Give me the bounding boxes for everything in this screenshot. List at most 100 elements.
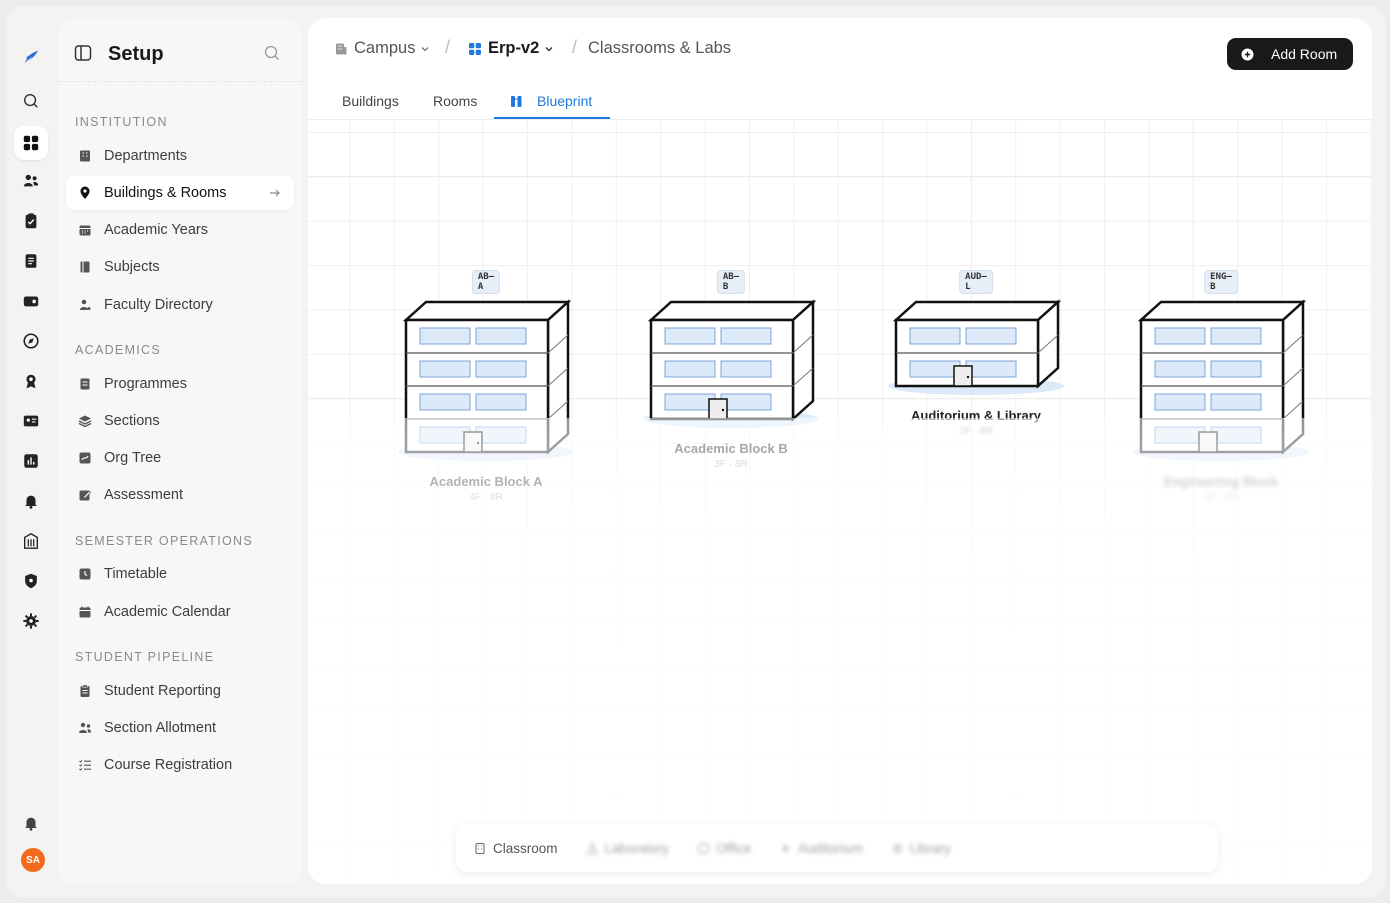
sidebar-item-assessment[interactable]: Assessment xyxy=(66,478,294,512)
sidebar-item-buildings-rooms[interactable]: Buildings & Rooms xyxy=(66,176,294,210)
tab-blueprint[interactable]: Blueprint xyxy=(510,93,592,109)
icon-rail: SA xyxy=(6,6,56,898)
sidebar-item-label: Org Tree xyxy=(104,450,162,466)
tree-icon xyxy=(79,452,91,464)
building-icon xyxy=(336,43,347,54)
clipboard-check-icon[interactable] xyxy=(14,204,48,238)
breadcrumb-campus-label: Campus xyxy=(354,39,416,57)
add-room-label: Add Room xyxy=(1271,46,1338,62)
checklist-icon xyxy=(79,759,91,771)
sidebar-toggle-icon[interactable] xyxy=(74,44,92,62)
breadcrumb-page-label: Classrooms & Labs xyxy=(588,39,732,57)
legend-item-library[interactable]: Library xyxy=(891,841,951,856)
sidebar-item-label: Academic Calendar xyxy=(104,604,231,620)
sidebar-item-label: Sections xyxy=(104,413,160,429)
legend-label: Classroom xyxy=(493,840,558,856)
auditorium-icon xyxy=(782,845,789,851)
sidebar-item-label: Assessment xyxy=(104,487,183,503)
tab-buildings[interactable]: Buildings xyxy=(342,93,399,109)
sidebar-header: Setup xyxy=(58,18,302,82)
campus-building-icon[interactable] xyxy=(14,524,48,558)
room-type-legend: Classroom Laboratory Office Auditorium L… xyxy=(456,824,1218,872)
app-frame: SA Setup INSTITUTION Departments Buildin… xyxy=(6,6,1386,898)
sidebar-item-label: Section Allotment xyxy=(104,720,217,736)
sidebar-item-label: Timetable xyxy=(104,566,168,582)
search-icon[interactable] xyxy=(14,84,48,118)
building-illustration xyxy=(1133,299,1309,461)
breadcrumb-project[interactable]: Erp-v2 xyxy=(468,39,554,58)
sidebar-item-label: Course Registration xyxy=(104,757,233,773)
map-pin-icon xyxy=(80,186,90,199)
sidebar-item-org-tree[interactable]: Org Tree xyxy=(66,441,294,475)
user-icon xyxy=(80,299,91,310)
sidebar-item-subjects[interactable]: Subjects xyxy=(66,250,294,284)
sidebar-item-label: Buildings & Rooms xyxy=(104,185,227,201)
add-room-button[interactable]: Add Room xyxy=(1227,38,1353,70)
sidebar-item-label: Academic Years xyxy=(104,222,208,238)
tab-blueprint-label: Blueprint xyxy=(537,93,593,109)
sidebar-item-label: Student Reporting xyxy=(104,683,221,699)
legend-item-classroom[interactable]: Classroom xyxy=(474,841,558,856)
breadcrumb-page: Classrooms & Labs xyxy=(588,39,731,58)
breadcrumb-separator: / xyxy=(572,37,578,57)
legend-label: Auditorium xyxy=(798,840,863,856)
dashboard-grid-icon[interactable] xyxy=(14,126,48,160)
legend-label: Office xyxy=(716,840,752,856)
sidebar-item-faculty-directory[interactable]: Faculty Directory xyxy=(66,288,294,322)
sidebar-item-student-reporting[interactable]: Student Reporting xyxy=(66,674,294,708)
shield-icon[interactable] xyxy=(14,564,48,598)
blueprint-canvas[interactable]: AB–A Academic Block A 4F · 8R AB–B Acade… xyxy=(308,120,1372,884)
compass-icon[interactable] xyxy=(14,324,48,358)
flask-icon xyxy=(586,842,598,854)
sidebar-item-sections[interactable]: Sections xyxy=(66,404,294,438)
sidebar-item-timetable[interactable]: Timetable xyxy=(66,557,294,591)
breadcrumb-campus[interactable]: Campus xyxy=(334,39,430,58)
building-illustration xyxy=(888,299,1064,395)
sidebar-item-section-allotment[interactable]: Section Allotment xyxy=(66,711,294,745)
top-bar: Campus / Erp-v2 / Classrooms & Labs Add … xyxy=(308,18,1372,78)
building-meta: 4F · 8R xyxy=(469,492,503,503)
breadcrumb-separator: / xyxy=(445,37,451,57)
breadcrumb-project-label: Erp-v2 xyxy=(488,39,540,57)
bell-icon[interactable] xyxy=(14,484,48,518)
grid-icon xyxy=(469,42,481,55)
award-icon[interactable] xyxy=(14,364,48,398)
plus-circle-icon xyxy=(1241,48,1254,60)
users-icon[interactable] xyxy=(14,164,48,198)
legend-item-laboratory[interactable]: Laboratory xyxy=(586,841,669,856)
section-label-academics: ACADEMICS xyxy=(75,343,162,357)
sidebar-item-course-registration[interactable]: Course Registration xyxy=(66,748,294,782)
building-name: Academic Block A xyxy=(429,474,543,489)
sidebar-item-programmes[interactable]: Programmes xyxy=(66,367,294,401)
sidebar-item-label: Departments xyxy=(104,148,188,164)
building-meta: 4F · 8R xyxy=(1204,492,1238,503)
notifications-bell-icon[interactable] xyxy=(14,806,48,840)
sidebar-item-departments[interactable]: Departments xyxy=(66,139,294,173)
app-logo-icon[interactable] xyxy=(14,40,48,74)
legend-item-office[interactable]: Office xyxy=(697,841,751,856)
user-avatar[interactable]: SA xyxy=(21,848,45,872)
building-meta: 3F · 8R xyxy=(714,459,748,470)
tab-rooms[interactable]: Rooms xyxy=(433,93,477,109)
building-name: Academic Block B xyxy=(674,441,788,456)
building-name: Engineering Block xyxy=(1163,474,1279,489)
sidebar-item-label: Faculty Directory xyxy=(104,297,213,313)
library-icon xyxy=(892,843,902,853)
calendar-icon xyxy=(79,225,91,236)
legend-item-auditorium[interactable]: Auditorium xyxy=(779,841,863,856)
sidebar-search-icon[interactable] xyxy=(264,45,280,61)
document-icon[interactable] xyxy=(14,244,48,278)
bar-chart-icon[interactable] xyxy=(14,444,48,478)
building-icon xyxy=(80,150,90,162)
chevron-down-icon xyxy=(421,46,429,51)
sidebar-item-academic-calendar[interactable]: Academic Calendar xyxy=(66,595,294,629)
edit-icon xyxy=(79,490,92,501)
gear-icon[interactable] xyxy=(14,604,48,638)
users-icon xyxy=(79,722,91,733)
list-icon xyxy=(80,378,90,390)
wallet-icon[interactable] xyxy=(14,284,48,318)
sidebar-item-academic-years[interactable]: Academic Years xyxy=(66,213,294,247)
calendar-icon xyxy=(79,606,91,618)
section-label-student-pipeline: STUDENT PIPELINE xyxy=(75,650,215,664)
id-card-icon[interactable] xyxy=(14,404,48,438)
